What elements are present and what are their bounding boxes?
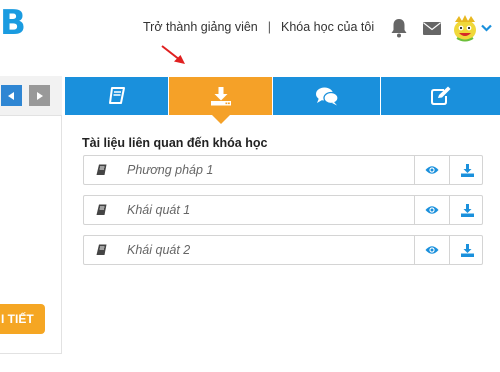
tab-bar xyxy=(65,77,500,124)
download-icon xyxy=(210,87,231,106)
download-button[interactable] xyxy=(449,155,484,185)
mail-icon[interactable] xyxy=(423,22,441,35)
logo-letter: B xyxy=(0,3,26,43)
active-tab-notch xyxy=(211,115,230,124)
document-label: Phương pháp 1 xyxy=(127,163,214,177)
book-icon xyxy=(96,244,107,255)
view-button[interactable] xyxy=(414,195,449,225)
document-row: Khái quát 1 xyxy=(83,195,483,225)
eye-icon xyxy=(425,246,439,254)
nav-my-courses[interactable]: Khóa học của tôi xyxy=(281,20,374,34)
chevron-down-icon[interactable] xyxy=(481,24,492,32)
top-nav: Trở thành giảng viên | Khóa học của tôi xyxy=(143,20,374,34)
pointer-arrow-icon xyxy=(161,45,185,64)
avatar[interactable] xyxy=(452,14,478,42)
tab-download[interactable] xyxy=(169,77,272,124)
tab-edit[interactable] xyxy=(381,77,500,115)
edit-icon xyxy=(430,86,450,105)
document-label: Khái quát 2 xyxy=(127,243,191,257)
nav-become-teacher[interactable]: Trở thành giảng viên xyxy=(143,20,258,34)
pagination-bar xyxy=(0,76,62,116)
document-row: Khái quát 2 xyxy=(83,235,483,265)
view-button[interactable] xyxy=(414,155,449,185)
book-icon xyxy=(96,164,107,175)
bell-icon[interactable] xyxy=(390,18,408,38)
logo[interactable]: B xyxy=(0,3,26,43)
next-button[interactable] xyxy=(29,85,50,106)
documents-title: Tài liệu liên quan đến khóa học xyxy=(82,136,268,150)
detail-button[interactable]: I TIẾT xyxy=(0,304,45,334)
eye-icon xyxy=(425,206,439,214)
book-icon xyxy=(108,87,125,104)
left-panel: I TIẾT xyxy=(0,76,62,354)
eye-icon xyxy=(425,166,439,174)
download-button[interactable] xyxy=(449,235,484,265)
download-icon xyxy=(460,243,474,257)
document-label: Khái quát 1 xyxy=(127,203,191,217)
view-button[interactable] xyxy=(414,235,449,265)
caret-right-icon xyxy=(37,91,43,100)
tab-book[interactable] xyxy=(65,77,168,115)
caret-left-icon xyxy=(8,91,14,100)
tab-discussion[interactable] xyxy=(273,77,380,115)
document-row: Phương pháp 1 xyxy=(83,155,483,185)
prev-button[interactable] xyxy=(1,85,22,106)
download-button[interactable] xyxy=(449,195,484,225)
book-icon xyxy=(96,204,107,215)
download-icon xyxy=(460,203,474,217)
nav-separator: | xyxy=(267,20,271,34)
download-icon xyxy=(460,163,474,177)
chat-bubbles-icon xyxy=(315,87,339,106)
